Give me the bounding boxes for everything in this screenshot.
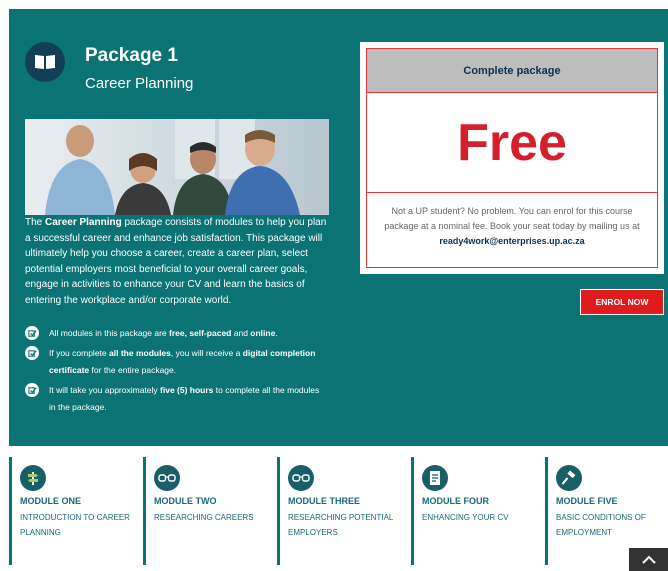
feature-item: It will take you approximately five (5) … bbox=[25, 382, 325, 416]
feature-list: All modules in this package are free, se… bbox=[25, 325, 325, 419]
module-text: RESEARCHING CAREERS bbox=[154, 513, 254, 522]
pricing-price: Free bbox=[367, 93, 657, 193]
module-text: ENHANCING YOUR CV bbox=[422, 513, 509, 522]
chevron-up-icon bbox=[641, 555, 656, 564]
signpost-icon bbox=[20, 465, 46, 491]
module-card-two[interactable]: MODULE TWO RESEARCHING CAREERS bbox=[143, 457, 273, 565]
checkbox-icon bbox=[25, 326, 39, 340]
module-text: INTRODUCTION TO CAREER PLANNING bbox=[20, 513, 130, 537]
document-icon bbox=[422, 465, 448, 491]
module-title: MODULE ONE bbox=[20, 496, 82, 506]
glasses-icon bbox=[154, 465, 180, 491]
module-text: BASIC CONDITIONS OF EMPLOYMENT bbox=[556, 513, 646, 537]
module-card-three[interactable]: MODULE THREE RESEARCHING POTENTIAL EMPLO… bbox=[277, 457, 407, 565]
package-subtitle: Career Planning bbox=[85, 75, 194, 92]
module-card-four[interactable]: MODULE FOUR ENHANCING YOUR CV bbox=[411, 457, 541, 565]
glasses-icon bbox=[288, 465, 314, 491]
team-photo bbox=[25, 119, 329, 215]
module-text: RESEARCHING POTENTIAL EMPLOYERS bbox=[288, 513, 394, 537]
module-title: MODULE TWO bbox=[154, 496, 217, 506]
module-card-one[interactable]: MODULE ONE INTRODUCTION TO CAREER PLANNI… bbox=[9, 457, 139, 565]
contact-email-link[interactable]: ready4work@enterprises.up.ac.za bbox=[439, 236, 584, 246]
pricing-note: Not a UP student? No problem. You can en… bbox=[384, 206, 640, 246]
book-icon bbox=[25, 42, 65, 82]
checkbox-icon bbox=[25, 346, 39, 360]
enrol-now-button[interactable]: ENROL NOW bbox=[580, 289, 664, 315]
feature-item: All modules in this package are free, se… bbox=[25, 325, 325, 342]
pricing-card: Complete package Free Not a UP student? … bbox=[360, 42, 664, 274]
feature-item: If you complete all the modules, you wil… bbox=[25, 345, 325, 379]
module-list: MODULE ONE INTRODUCTION TO CAREER PLANNI… bbox=[9, 457, 668, 571]
package-hero: Package 1 Career Planning The Career Pla… bbox=[9, 9, 668, 446]
gavel-icon bbox=[556, 465, 582, 491]
module-title: MODULE FIVE bbox=[556, 496, 618, 506]
back-to-top-button[interactable] bbox=[629, 548, 668, 571]
pricing-header: Complete package bbox=[367, 49, 657, 93]
checkbox-icon bbox=[25, 383, 39, 397]
module-title: MODULE THREE bbox=[288, 496, 360, 506]
package-description: The Career Planning package consists of … bbox=[25, 217, 327, 306]
package-title: Package 1 bbox=[85, 45, 178, 66]
module-title: MODULE FOUR bbox=[422, 496, 489, 506]
